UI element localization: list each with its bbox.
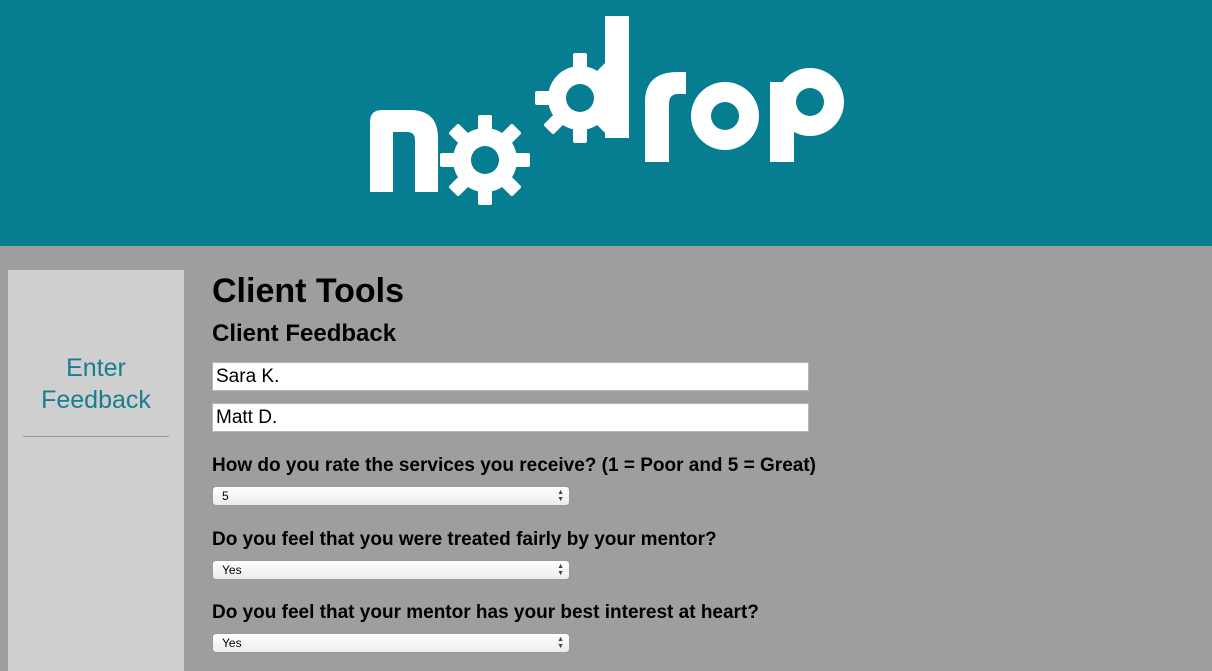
best-interest-select[interactable]: Yes ▲ ▼ bbox=[212, 633, 570, 653]
sidebar-divider bbox=[23, 436, 169, 437]
question-services-rating-label: How do you rate the services you receive… bbox=[212, 455, 816, 476]
select-arrows-icon: ▲ ▼ bbox=[557, 636, 564, 650]
sidebar-item-enter-feedback[interactable]: Enter Feedback bbox=[8, 352, 184, 416]
question-treated-fairly-label: Do you feel that you were treated fairly… bbox=[212, 529, 717, 550]
sidebar: Enter Feedback bbox=[8, 270, 184, 671]
site-header bbox=[0, 0, 1212, 246]
select-arrows-icon: ▲ ▼ bbox=[557, 489, 564, 503]
nodrop-logo[interactable] bbox=[360, 10, 860, 220]
treated-fairly-value: Yes bbox=[222, 563, 242, 577]
treated-fairly-select[interactable]: Yes ▲ ▼ bbox=[212, 560, 570, 580]
services-rating-select[interactable]: 5 ▲ ▼ bbox=[212, 486, 570, 506]
best-interest-value: Yes bbox=[222, 636, 242, 650]
section-title: Client Feedback bbox=[212, 320, 397, 347]
services-rating-value: 5 bbox=[222, 489, 229, 503]
client-name-field[interactable] bbox=[212, 362, 809, 391]
question-best-interest-label: Do you feel that your mentor has your be… bbox=[212, 602, 759, 623]
select-arrows-icon: ▲ ▼ bbox=[557, 563, 564, 577]
mentor-name-field[interactable] bbox=[212, 403, 809, 432]
page-title: Client Tools bbox=[212, 272, 405, 310]
